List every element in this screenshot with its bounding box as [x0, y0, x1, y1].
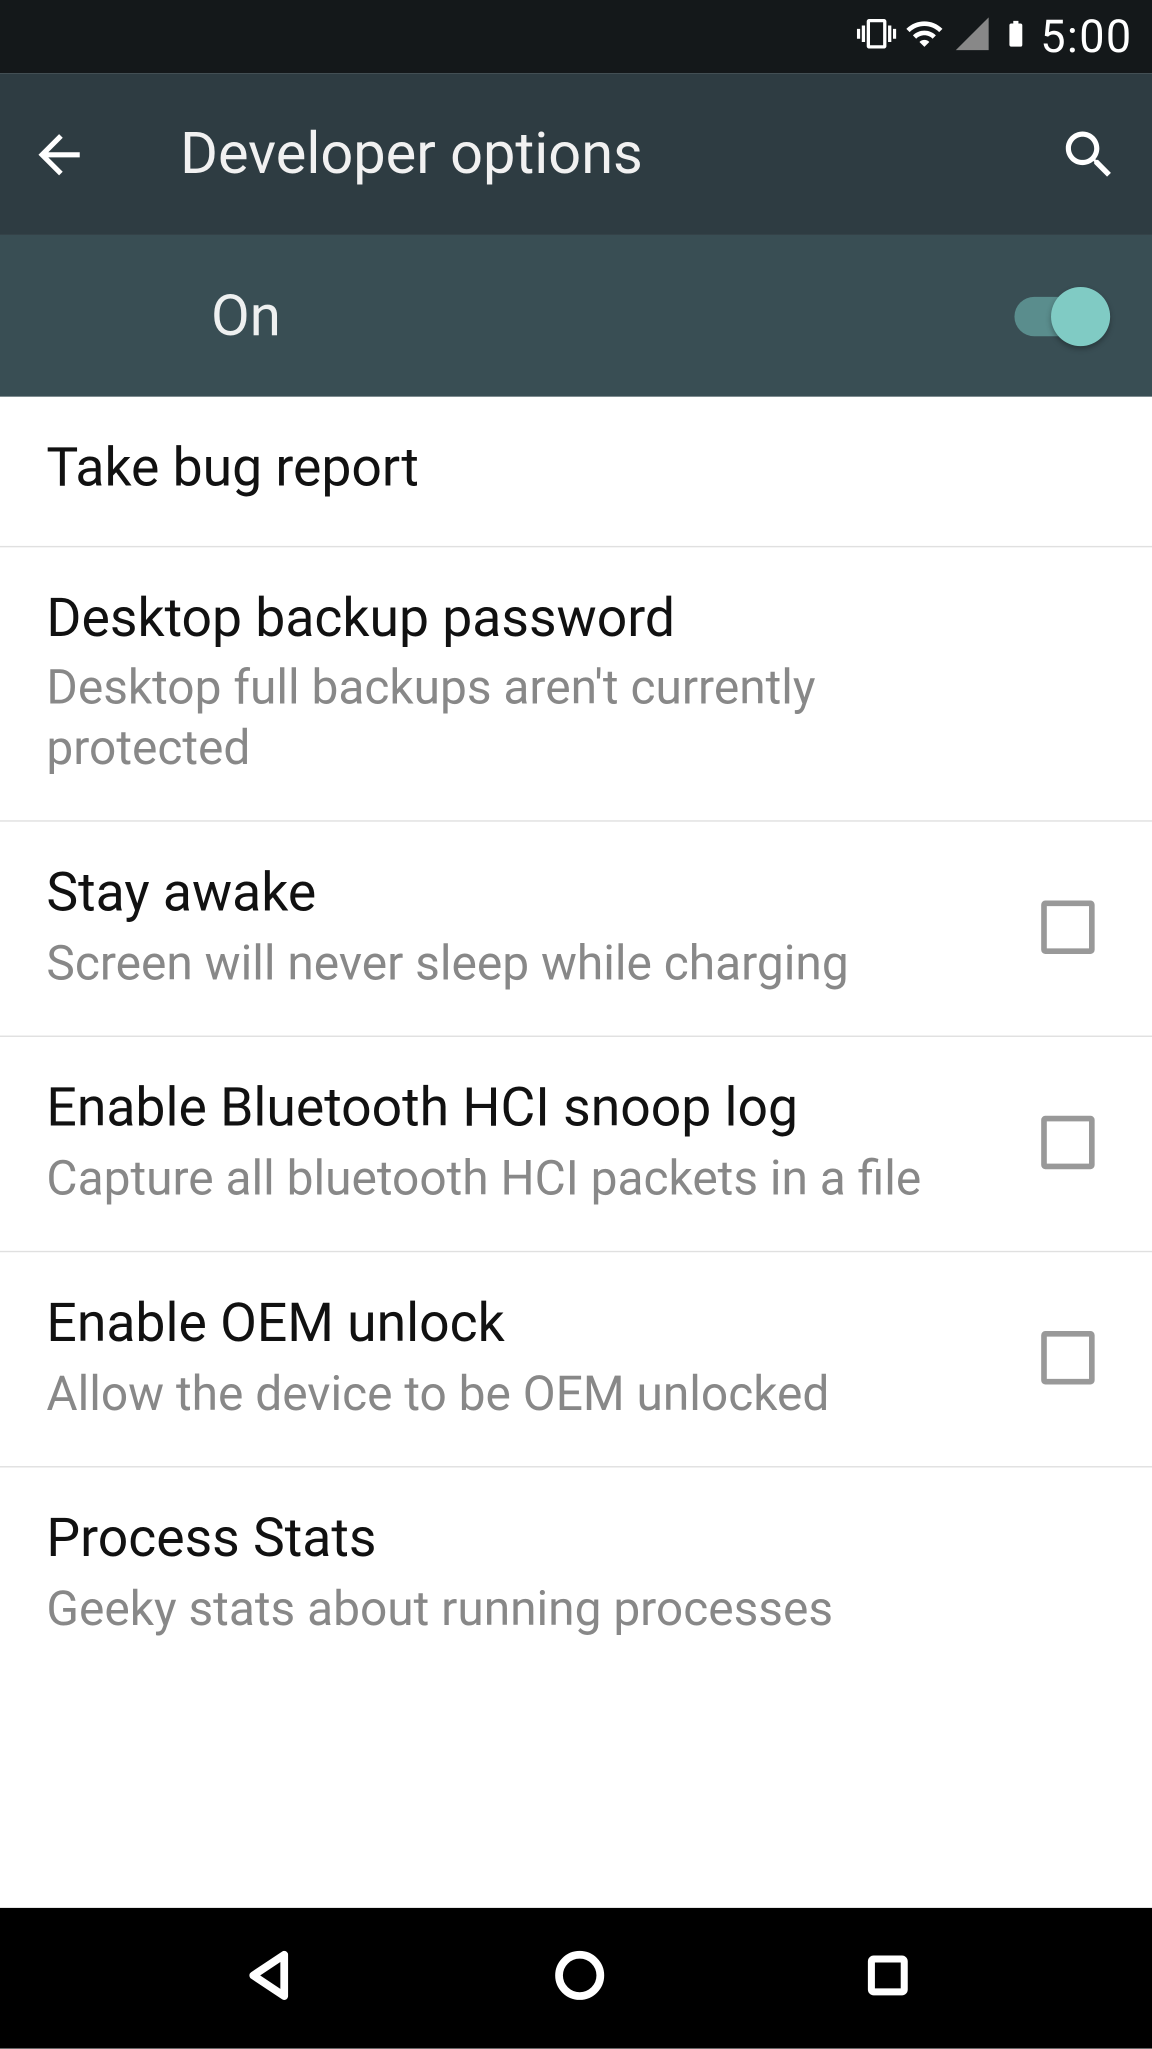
- setting-title: Enable OEM unlock: [46, 1292, 1013, 1359]
- vibrate-icon: [857, 14, 896, 59]
- status-time: 5:00: [1040, 10, 1132, 63]
- master-toggle-row[interactable]: On: [0, 235, 1152, 397]
- battery-icon: [1001, 14, 1032, 59]
- setting-enable-oem-unlock[interactable]: Enable OEM unlock Allow the device to be…: [0, 1252, 1152, 1467]
- nav-home-button[interactable]: [548, 1944, 610, 2012]
- checkbox-oem-unlock[interactable]: [1041, 1331, 1094, 1384]
- setting-title: Stay awake: [46, 861, 1013, 928]
- nav-back-button[interactable]: [237, 1944, 299, 2012]
- setting-subtitle: Desktop full backups aren't currently pr…: [46, 658, 946, 778]
- setting-title: Take bug report: [46, 436, 1105, 503]
- navigation-bar: [0, 1908, 1152, 2049]
- back-button[interactable]: [28, 123, 98, 185]
- wifi-icon: [905, 14, 944, 59]
- setting-enable-bluetooth-hci[interactable]: Enable Bluetooth HCI snoop log Capture a…: [0, 1037, 1152, 1252]
- setting-title: Process Stats: [46, 1507, 1105, 1574]
- master-toggle-switch[interactable]: [1014, 286, 1110, 345]
- setting-subtitle: Capture all bluetooth HCI packets in a f…: [46, 1149, 946, 1209]
- setting-subtitle: Geeky stats about running processes: [46, 1579, 946, 1639]
- nav-recent-button[interactable]: [859, 1947, 915, 2009]
- checkbox-bluetooth-hci[interactable]: [1041, 1116, 1094, 1169]
- signal-icon: [953, 14, 992, 59]
- settings-list: Take bug report Desktop backup password …: [0, 397, 1152, 1682]
- setting-desktop-backup-password[interactable]: Desktop backup password Desktop full bac…: [0, 547, 1152, 822]
- setting-title: Desktop backup password: [46, 586, 1105, 653]
- master-toggle-label: On: [211, 283, 281, 349]
- status-bar: 5:00: [0, 0, 1152, 73]
- setting-title: Enable Bluetooth HCI snoop log: [46, 1076, 1013, 1143]
- app-bar: Developer options: [0, 73, 1152, 235]
- setting-subtitle: Allow the device to be OEM unlocked: [46, 1364, 946, 1424]
- setting-stay-awake[interactable]: Stay awake Screen will never sleep while…: [0, 822, 1152, 1037]
- setting-take-bug-report[interactable]: Take bug report: [0, 397, 1152, 547]
- setting-subtitle: Screen will never sleep while charging: [46, 934, 946, 994]
- page-title: Developer options: [180, 120, 1054, 188]
- setting-process-stats[interactable]: Process Stats Geeky stats about running …: [0, 1468, 1152, 1682]
- search-button[interactable]: [1054, 123, 1124, 185]
- checkbox-stay-awake[interactable]: [1041, 900, 1094, 953]
